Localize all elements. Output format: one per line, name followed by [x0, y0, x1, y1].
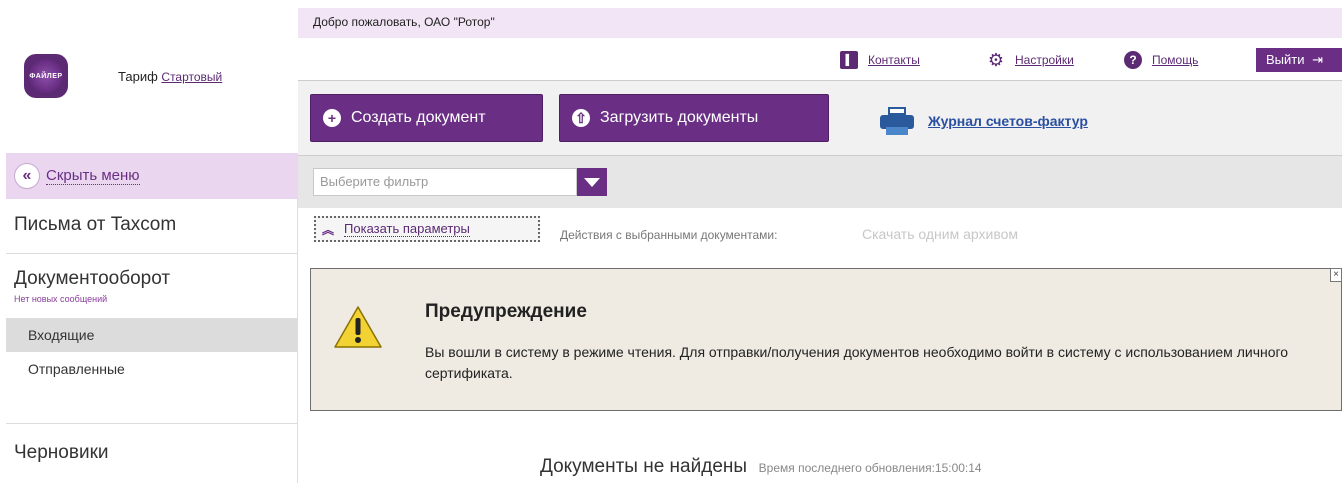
empty-state: Документы не найдены Время последнего об… — [540, 456, 982, 478]
tariff-link[interactable]: Стартовый — [161, 70, 222, 84]
filter-select[interactable]: Выберите фильтр — [313, 168, 577, 196]
sidebar-section-docflow: Документооборот Нет новых сообщений Вход… — [6, 254, 298, 424]
download-archive-link[interactable]: Скачать одним архивом — [862, 226, 1018, 242]
sidebar-item-inbox[interactable]: Входящие — [6, 318, 298, 352]
no-documents-text: Документы не найдены — [540, 456, 748, 477]
contacts-link[interactable]: ▌ Контакты — [840, 51, 920, 69]
sidebar-item-sent[interactable]: Отправленные — [6, 352, 298, 386]
create-document-label: Создать документ — [351, 109, 486, 126]
printer-icon — [880, 107, 914, 135]
header-links: ▌ Контакты ⚙ Настройки ? Помощь Выйти ⇥ — [298, 38, 1342, 80]
logout-button[interactable]: Выйти ⇥ — [1256, 48, 1342, 72]
welcome-bar: Добро пожаловать, ОАО "Ротор" — [298, 8, 1342, 38]
brand-area: ФАЙЛЕР Тариф Стартовый — [6, 8, 298, 153]
sidebar-item-drafts[interactable]: Черновики — [6, 424, 298, 483]
warning-panel: Предупреждение Вы вошли в систему в режи… — [310, 268, 1342, 411]
params-bar: ︽ Показать параметры Действия с выбранны… — [298, 208, 1342, 260]
show-params-label: Показать параметры — [344, 221, 470, 237]
no-new-messages-text: Нет новых сообщений — [14, 294, 108, 304]
double-chevron-up-icon: ︽ — [322, 222, 335, 237]
toolbar: + Создать документ ⇧ Загрузить документы… — [298, 80, 1342, 156]
show-params-button[interactable]: ︽ Показать параметры — [314, 216, 540, 242]
logo-text: ФАЙЛЕР — [29, 59, 63, 93]
settings-label: Настройки — [1015, 53, 1074, 67]
logout-label: Выйти — [1266, 52, 1305, 67]
hide-menu-button[interactable]: « Скрыть меню — [6, 153, 298, 199]
close-icon[interactable]: × — [1330, 268, 1342, 282]
chevron-down-icon — [584, 177, 600, 187]
exit-icon: ⇥ — [1312, 52, 1324, 67]
warning-title: Предупреждение — [425, 301, 587, 322]
sidebar-item-taxcom-letters[interactable]: Письма от Taxcom — [6, 199, 298, 254]
sidebar-item-label: Черновики — [14, 442, 109, 463]
tariff: Тариф Стартовый — [118, 69, 222, 84]
create-document-button[interactable]: + Создать документ — [310, 94, 543, 142]
plus-icon: + — [323, 109, 341, 127]
gear-icon: ⚙ — [987, 49, 1005, 70]
tariff-label: Тариф — [118, 69, 158, 84]
sidebar-item-docflow[interactable]: Документооборот — [6, 268, 298, 290]
help-label: Помощь — [1152, 53, 1199, 67]
help-link[interactable]: ? Помощь — [1124, 51, 1198, 69]
address-book-icon: ▌ — [840, 51, 858, 69]
welcome-text: Добро пожаловать, ОАО "Ротор" — [313, 15, 495, 29]
selected-actions-label: Действия с выбранными документами: — [560, 228, 778, 242]
upload-documents-button[interactable]: ⇧ Загрузить документы — [559, 94, 829, 142]
settings-link[interactable]: ⚙ Настройки — [987, 49, 1074, 70]
sidebar: ФАЙЛЕР Тариф Стартовый « Скрыть меню Пис… — [6, 8, 298, 483]
warning-text: Вы вошли в систему в режиме чтения. Для … — [425, 344, 1289, 381]
warning-icon — [334, 306, 382, 348]
invoice-journal-label: Журнал счетов-фактур — [928, 113, 1088, 129]
hide-menu-label: Скрыть меню — [46, 167, 140, 185]
invoice-journal-link[interactable]: Журнал счетов-фактур — [880, 107, 1088, 135]
filter-dropdown-button[interactable] — [577, 168, 607, 196]
last-updated-text: Время последнего обновления:15:00:14 — [758, 461, 982, 475]
logo[interactable]: ФАЙЛЕР — [24, 54, 68, 98]
sidebar-item-label: Письма от Taxcom — [14, 214, 177, 235]
contacts-label: Контакты — [868, 53, 920, 67]
upload-documents-label: Загрузить документы — [600, 109, 759, 126]
upload-icon: ⇧ — [572, 109, 590, 127]
help-icon: ? — [1124, 51, 1142, 69]
double-chevron-left-icon: « — [14, 163, 40, 189]
filter-bar: Выберите фильтр — [298, 156, 1342, 208]
